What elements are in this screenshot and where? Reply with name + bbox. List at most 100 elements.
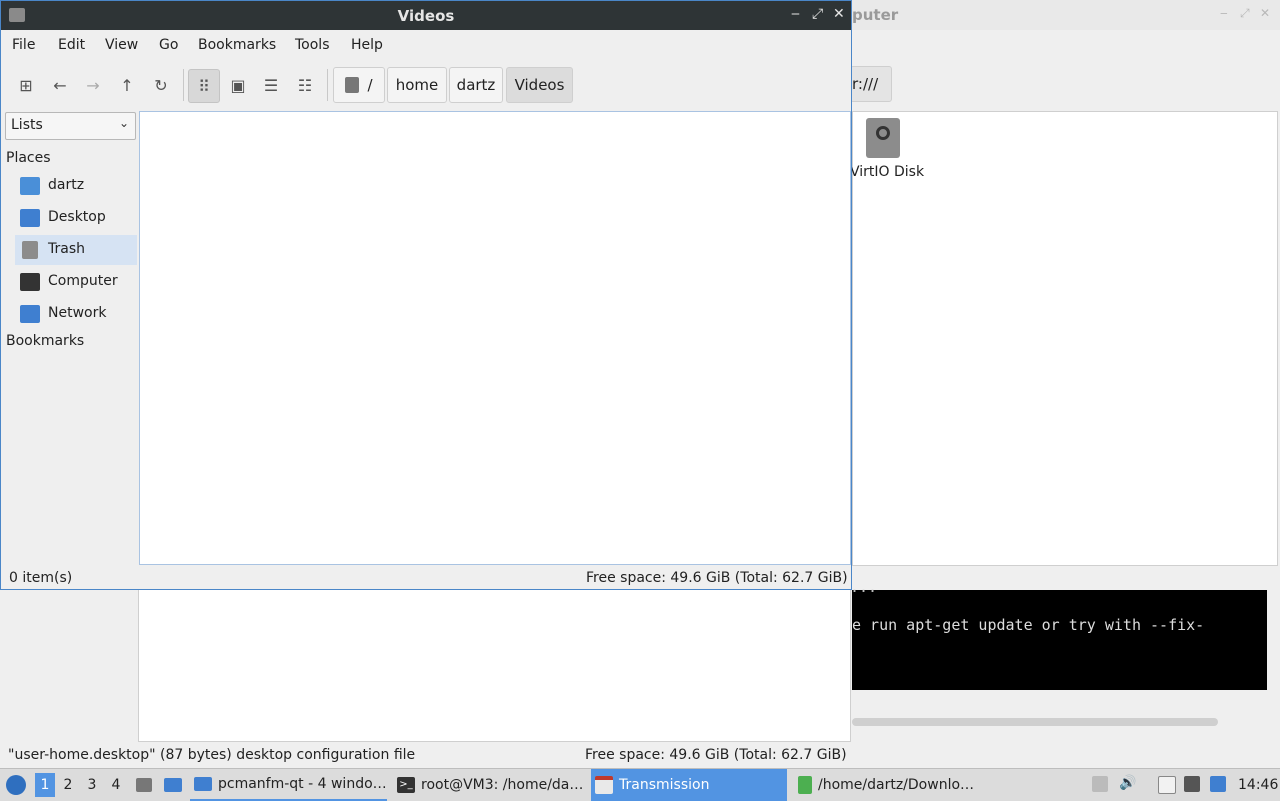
workspace-1[interactable]: 1 (35, 773, 55, 797)
arrow-right-icon: → (86, 75, 100, 95)
window-title: Videos (397, 7, 455, 25)
sidebar-item-label: Desktop (48, 209, 106, 225)
sidebar-mode-value: Lists (11, 117, 43, 133)
breadcrumb-dartz[interactable]: dartz (449, 67, 503, 103)
sidebar-item-label: Trash (48, 241, 85, 257)
forward-button[interactable]: → (78, 69, 108, 101)
workspace-3[interactable]: 3 (82, 773, 102, 797)
task-downloads[interactable]: /home/dartz/Downlo… (794, 769, 990, 801)
desktop-icon (20, 209, 40, 227)
menu-help[interactable]: Help (351, 37, 383, 53)
task-label: root@VM3: /home/da… (421, 777, 584, 793)
toolbar: ⊞ ← → ↑ ↻ ⠿ ▣ ☰ ☷ / home dartz Videos (1, 65, 851, 105)
computer-path-label: r:/// (852, 75, 879, 93)
workspace-4[interactable]: 4 (106, 773, 126, 797)
maximize-icon[interactable]: ⤢ (1240, 6, 1250, 21)
status-free-space: Free space: 49.6 GiB (Total: 62.7 GiB) (586, 570, 848, 586)
sidebar-item-label: Computer (48, 273, 118, 289)
close-icon[interactable]: ✕ (833, 6, 845, 22)
icon-view-button[interactable]: ⠿ (188, 69, 220, 103)
horizontal-scrollbar[interactable] (852, 718, 1218, 726)
minimize-icon[interactable]: ‒ (791, 6, 800, 22)
sidebar: Lists ⌄ Places dartz Desktop Trash Compu… (1, 109, 137, 565)
menu-bookmarks[interactable]: Bookmarks (198, 37, 276, 53)
menu-edit[interactable]: Edit (58, 37, 85, 53)
start-menu-button[interactable] (4, 769, 28, 801)
clipboard-icon[interactable] (1158, 776, 1176, 794)
maximize-icon[interactable]: ⤢ (812, 6, 823, 22)
background-file-view[interactable] (138, 590, 851, 742)
videos-window: Videos ‒ ⤢ ✕ File Edit View Go Bookmarks… (0, 0, 852, 590)
file-manager-launcher[interactable] (133, 769, 155, 801)
window-titlebar[interactable]: Videos ‒ ⤢ ✕ (1, 1, 851, 30)
home-folder-icon (20, 177, 40, 195)
chevron-down-icon: ⌄ (118, 116, 129, 130)
close-icon[interactable]: ✕ (1260, 6, 1270, 20)
disk-icon[interactable] (866, 118, 900, 158)
desktop-icon (164, 778, 182, 792)
volume-icon[interactable]: 🔊 (1119, 775, 1136, 791)
folder-icon (194, 777, 212, 791)
breadcrumb-label: / (367, 76, 373, 94)
toolbar-separator (183, 69, 184, 101)
menubar: File Edit View Go Bookmarks Tools Help (1, 31, 851, 61)
breadcrumb-videos[interactable]: Videos (506, 67, 573, 103)
sidebar-item-computer[interactable]: Computer (15, 267, 137, 297)
sidebar-mode-select[interactable]: Lists ⌄ (5, 112, 136, 140)
sidebar-item-dartz[interactable]: dartz (15, 171, 137, 201)
bookmarks-header: Bookmarks (6, 333, 85, 349)
compact-view-button[interactable]: ☰ (256, 69, 286, 101)
file-view[interactable] (139, 111, 851, 565)
list-icon: ☰ (263, 75, 279, 95)
updates-icon[interactable] (1210, 776, 1226, 792)
sidebar-item-trash[interactable]: Trash (15, 235, 137, 265)
arrow-left-icon: ← (53, 75, 67, 95)
reload-button[interactable]: ↻ (146, 69, 176, 101)
image-icon: ▣ (230, 75, 246, 95)
drive-icon (345, 77, 360, 93)
archive-icon (798, 776, 812, 794)
menu-view[interactable]: View (105, 37, 138, 53)
task-label: Transmission (619, 777, 710, 793)
breadcrumb-home[interactable]: home (387, 67, 447, 103)
start-menu-icon (6, 775, 26, 795)
clock[interactable]: 14:46 (1238, 769, 1278, 801)
reload-icon: ↻ (154, 75, 168, 95)
menu-tools[interactable]: Tools (295, 37, 330, 53)
show-desktop-button[interactable] (161, 769, 185, 801)
new-tab-button[interactable]: ⊞ (11, 69, 41, 101)
terminal-line: ... (850, 578, 878, 596)
task-terminal[interactable]: >_ root@VM3: /home/da… (393, 769, 588, 801)
detailed-view-button[interactable]: ☷ (290, 69, 320, 101)
transmission-icon (595, 776, 613, 794)
disk-label[interactable]: VirtIO Disk (850, 164, 924, 180)
grid-icon: ⠿ (198, 76, 210, 96)
menu-file[interactable]: File (12, 37, 35, 53)
menu-go[interactable]: Go (159, 37, 178, 53)
sidebar-item-label: dartz (48, 177, 85, 193)
breadcrumb-root[interactable]: / (333, 67, 385, 103)
terminal-screen[interactable]: ... e run apt-get update or try with --f… (850, 578, 1267, 690)
up-button[interactable]: ↑ (112, 69, 142, 101)
task-pcmanfm[interactable]: pcmanfm-qt - 4 windo… (190, 769, 387, 801)
taskbar: 1 2 3 4 pcmanfm-qt - 4 windo… >_ root@VM… (0, 768, 1280, 801)
tray-expand-icon[interactable] (1092, 776, 1108, 792)
network-tray-icon[interactable] (1184, 776, 1200, 792)
background-file-window: "user-home.desktop" (87 bytes) desktop c… (0, 590, 852, 768)
breadcrumb-label: home (395, 76, 439, 94)
terminal-line: e run apt-get update or try with --fix- (852, 616, 1205, 634)
arrow-up-icon: ↑ (120, 75, 134, 95)
task-label: pcmanfm-qt - 4 windo… (218, 776, 387, 792)
toolbar-separator (327, 69, 328, 101)
workspace-2[interactable]: 2 (58, 773, 78, 797)
background-status-left: "user-home.desktop" (87 bytes) desktop c… (8, 747, 416, 763)
sidebar-item-desktop[interactable]: Desktop (15, 203, 137, 233)
status-item-count: 0 item(s) (9, 570, 73, 586)
sidebar-item-network[interactable]: Network (15, 299, 137, 329)
thumbnail-view-button[interactable]: ▣ (223, 69, 253, 101)
computer-icon (20, 273, 40, 291)
task-transmission[interactable]: Transmission (591, 769, 787, 801)
breadcrumb-label: Videos (514, 76, 565, 94)
back-button[interactable]: ← (45, 69, 75, 101)
minimize-icon[interactable]: ‒ (1220, 6, 1228, 20)
